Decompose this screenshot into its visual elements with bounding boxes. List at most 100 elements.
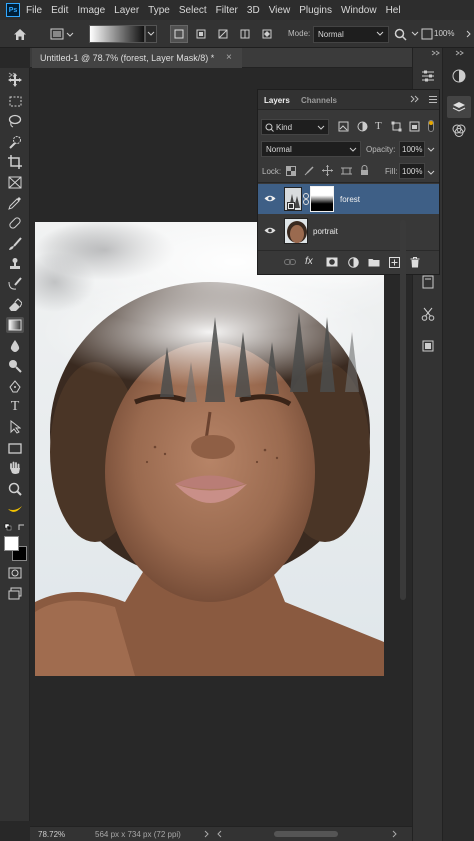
chevron-down-icon[interactable] — [427, 145, 435, 156]
collapse-arrows-icon[interactable] — [431, 48, 441, 56]
eyedropper-tool-icon[interactable] — [6, 195, 24, 211]
adjustments-panel-icon[interactable] — [417, 66, 439, 86]
canvas-image[interactable] — [35, 222, 384, 676]
eye-visibility-icon[interactable] — [264, 226, 276, 238]
mask-icon[interactable] — [326, 257, 338, 270]
filter-adjustment-icon[interactable] — [357, 121, 368, 135]
collapse-arrows-icon[interactable] — [410, 95, 420, 106]
filter-type-icon[interactable]: T — [375, 120, 382, 132]
lasso-tool-icon[interactable] — [6, 113, 24, 129]
menu-window[interactable]: Window — [341, 5, 377, 16]
menu-filter[interactable]: Filter — [216, 5, 238, 16]
panel-menu-icon[interactable] — [428, 95, 438, 107]
blur-tool-icon[interactable] — [6, 338, 24, 354]
layers-panel-icon[interactable] — [447, 96, 471, 118]
banana-icon[interactable] — [6, 501, 24, 517]
scissors-icon[interactable] — [417, 304, 439, 324]
search-icon[interactable] — [392, 26, 408, 42]
foreground-color-swatch[interactable] — [4, 536, 19, 551]
menu-layer[interactable]: Layer — [114, 5, 139, 16]
lock-image-pixels-icon[interactable] — [304, 166, 314, 179]
quick-mask-icon[interactable] — [6, 565, 24, 581]
menu-type[interactable]: Type — [148, 5, 170, 16]
menu-file[interactable]: File — [26, 5, 42, 16]
marquee-tool-icon[interactable] — [6, 93, 24, 109]
layer-name-forest[interactable]: forest — [340, 195, 360, 204]
menu-select[interactable]: Select — [179, 5, 207, 16]
fx-icon[interactable]: fx — [305, 256, 313, 267]
clone-stamp-tool-icon[interactable] — [6, 256, 24, 272]
zoom-tool-icon[interactable] — [6, 481, 24, 497]
zoom-level[interactable]: 78.72% — [38, 830, 65, 839]
layer-name-portrait[interactable]: portrait — [313, 227, 338, 236]
fill-field[interactable]: 100% — [399, 163, 425, 179]
properties-panel-icon[interactable] — [417, 336, 439, 356]
horizontal-scrollbar[interactable] — [274, 831, 338, 837]
diamond-gradient-icon[interactable] — [258, 25, 276, 43]
crop-tool-icon[interactable] — [6, 154, 24, 170]
trash-icon[interactable] — [410, 257, 420, 271]
menu-help[interactable]: Hel — [386, 5, 401, 16]
vertical-scrollbar[interactable] — [400, 220, 406, 600]
search-dropdown-chevron-icon[interactable] — [410, 26, 420, 42]
layer-thumbnail-forest[interactable] — [284, 187, 302, 211]
swap-colors-icon[interactable] — [4, 522, 26, 532]
layer-mask-thumbnail[interactable] — [310, 186, 334, 212]
collapse-arrows-icon[interactable] — [455, 48, 473, 58]
zoom-value[interactable]: 100% — [434, 29, 454, 38]
layer-row-forest[interactable]: forest — [258, 184, 439, 214]
chevron-down-icon[interactable] — [145, 25, 157, 43]
history-panel-icon[interactable] — [417, 272, 439, 292]
frame-tool-icon[interactable] — [6, 174, 24, 190]
lock-all-icon[interactable] — [360, 165, 369, 179]
layer-row-portrait[interactable]: portrait — [258, 216, 439, 246]
gradient-picker[interactable] — [89, 25, 145, 43]
scroll-left-icon[interactable] — [216, 830, 222, 841]
rectangle-tool-icon[interactable] — [6, 440, 24, 456]
lock-position-icon[interactable] — [322, 165, 333, 179]
eraser-tool-icon[interactable] — [6, 297, 24, 313]
hand-tool-icon[interactable] — [6, 460, 24, 476]
layer-blend-mode-select[interactable]: Normal — [261, 141, 361, 157]
filter-toggle-icon[interactable] — [428, 120, 434, 132]
eye-visibility-icon[interactable] — [264, 194, 276, 206]
scroll-right-icon[interactable] — [392, 830, 398, 841]
color-panel-icon[interactable] — [449, 66, 469, 86]
filter-smart-object-icon[interactable] — [409, 121, 420, 135]
menu-image[interactable]: Image — [77, 5, 105, 16]
layer-thumbnail-portrait[interactable] — [284, 218, 308, 244]
menu-3d[interactable]: 3D — [247, 5, 260, 16]
angle-gradient-icon[interactable] — [214, 25, 232, 43]
home-icon[interactable] — [12, 26, 28, 42]
brush-tool-icon[interactable] — [6, 236, 24, 252]
history-brush-tool-icon[interactable] — [6, 276, 24, 292]
menu-plugins[interactable]: Plugins — [299, 5, 332, 16]
tab-untitled-1[interactable]: Untitled-1 @ 78.7% (forest, Layer Mask/8… — [32, 48, 242, 68]
zoom-mode-icon[interactable] — [420, 26, 434, 42]
adjustment-icon[interactable] — [348, 257, 359, 271]
opacity-field[interactable]: 100% — [399, 141, 425, 157]
menu-view[interactable]: View — [269, 5, 291, 16]
close-icon[interactable]: × — [226, 52, 232, 63]
chevron-right-icon[interactable] — [464, 26, 474, 42]
mask-link-chain-icon[interactable] — [303, 193, 309, 208]
screen-mode-icon[interactable] — [6, 585, 24, 601]
linear-gradient-icon[interactable] — [170, 25, 188, 43]
group-folder-icon[interactable] — [368, 258, 380, 270]
healing-brush-tool-icon[interactable] — [6, 215, 24, 231]
layer-filter-select[interactable]: Kind — [261, 119, 329, 135]
dodge-tool-icon[interactable] — [6, 358, 24, 374]
blend-mode-select[interactable]: Normal — [313, 26, 389, 43]
gradient-tool-preset-icon[interactable] — [48, 26, 76, 42]
photoshop-logo-icon[interactable]: Ps — [6, 3, 20, 17]
type-tool-icon[interactable]: T — [6, 399, 24, 415]
filter-shape-icon[interactable] — [391, 121, 402, 135]
quick-selection-tool-icon[interactable] — [6, 134, 24, 150]
move-tool-icon[interactable] — [6, 72, 24, 88]
chevron-down-icon[interactable] — [427, 168, 435, 179]
lock-transparent-pixels-icon[interactable] — [286, 166, 296, 179]
tab-layers[interactable]: Layers — [264, 96, 290, 105]
status-chevron-right-icon[interactable] — [204, 830, 210, 841]
gradient-tool-icon[interactable] — [6, 317, 24, 333]
lock-artboard-icon[interactable] — [341, 166, 352, 179]
